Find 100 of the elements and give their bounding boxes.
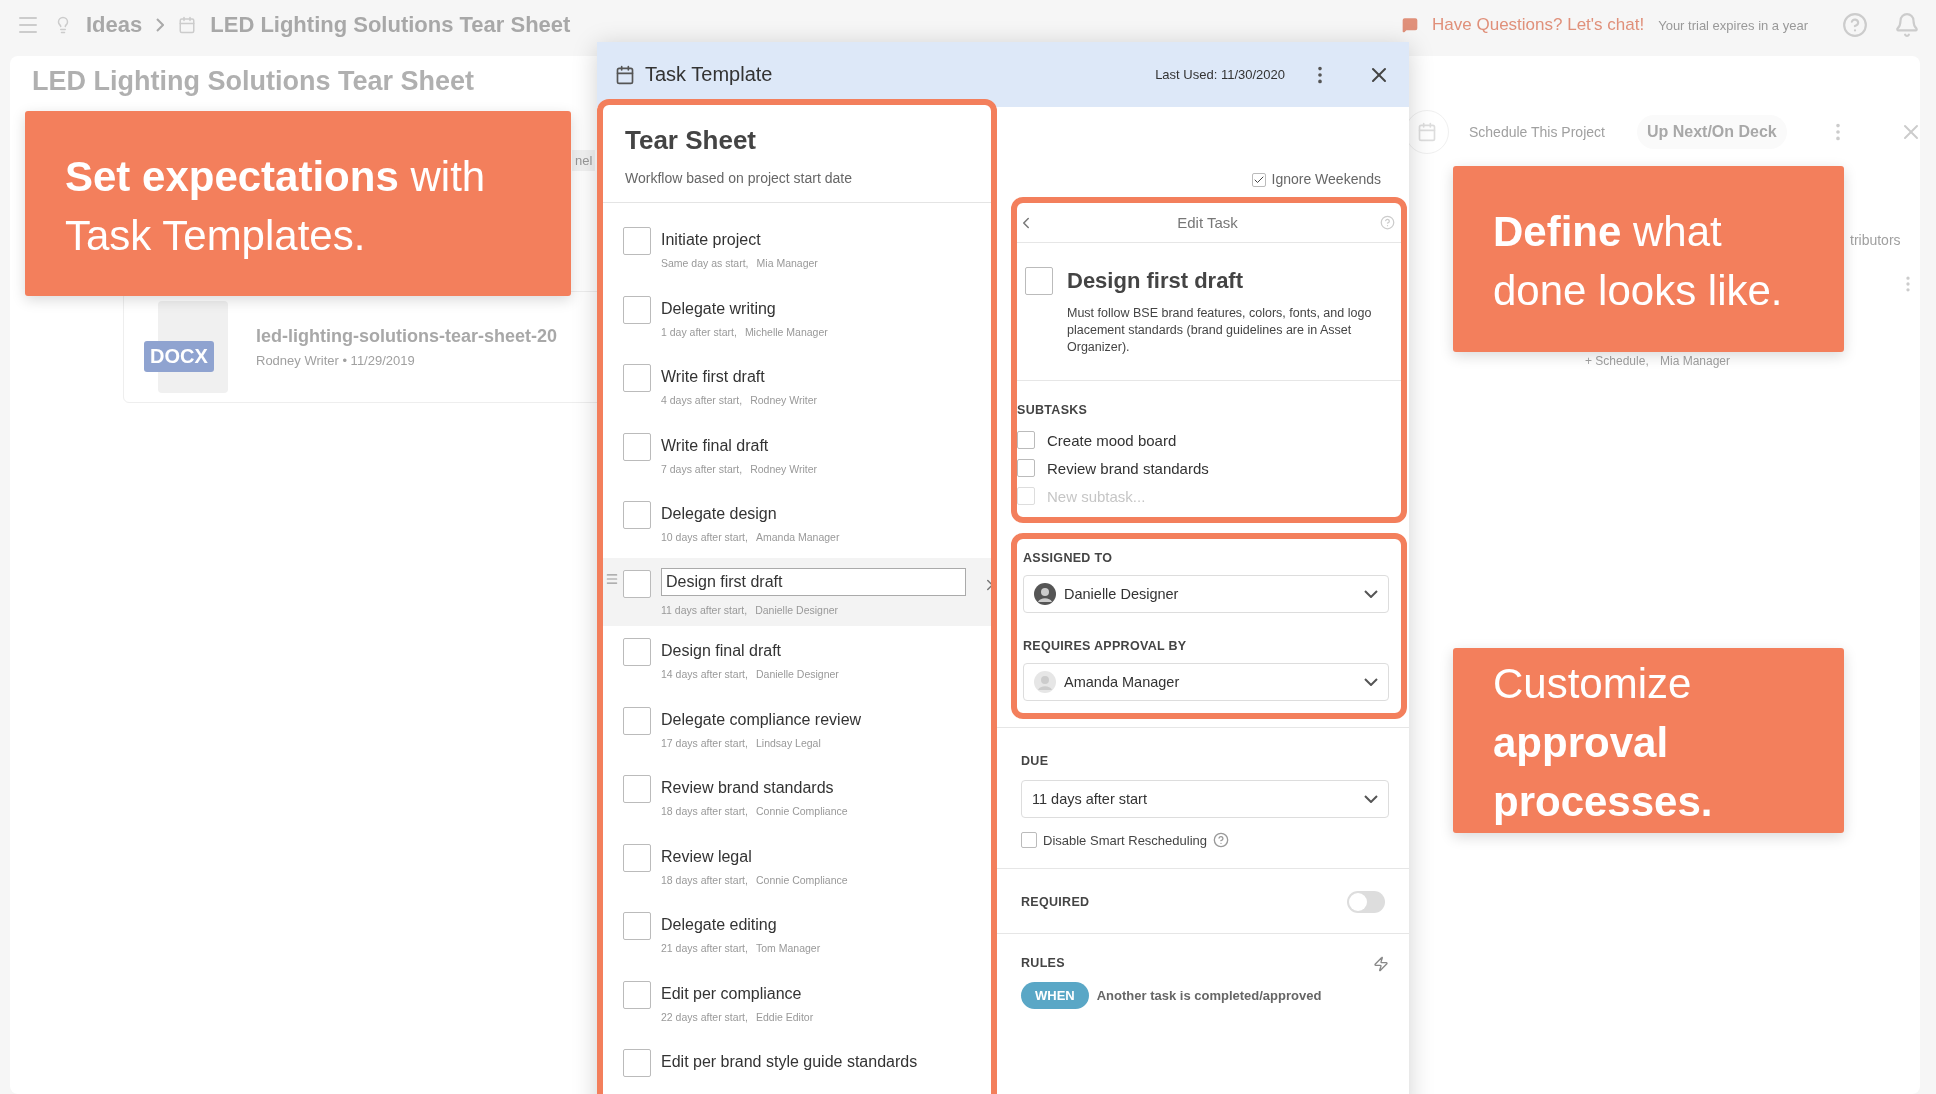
task-name: Delegate design (661, 504, 778, 523)
task-due: 21 days after start, (661, 942, 748, 954)
rule-condition: Another task is completed/approved (1096, 988, 1322, 1003)
task-due: 11 days after start, (661, 603, 748, 616)
callout-text: Customize approval processes. (1453, 648, 1844, 833)
task-checkbox[interactable] (623, 501, 651, 529)
task-checkbox[interactable] (623, 912, 651, 940)
assignee-select[interactable]: Danielle Designer (1023, 575, 1389, 613)
task-checkbox[interactable] (623, 295, 651, 324)
task-row[interactable]: Edit per brand style guide standards (603, 1037, 991, 1094)
task-name: Delegate editing (661, 915, 778, 934)
template-subtitle: Workflow based on project start date (603, 156, 991, 203)
task-row[interactable]: Delegate editing 21 days after start, Tom Manager (603, 900, 991, 969)
template-icon (615, 64, 635, 85)
ignore-weekends-checkbox[interactable] (1251, 173, 1266, 187)
avatar-icon (1034, 583, 1056, 605)
when-badge: WHEN (1021, 982, 1089, 1009)
trial-note: Your trial expires in a year (1658, 17, 1808, 33)
task-checkbox[interactable] (623, 1049, 651, 1077)
task-name: Write final draft (661, 435, 770, 455)
subtask-label: Create mood board (1047, 431, 1177, 449)
task-description: Must follow BSE brand features, colors, fonts, and logo placement standards (brand guidelines are in Asset Organizer). (1017, 295, 1401, 381)
approver-select[interactable]: Amanda Manager (1023, 663, 1389, 701)
task-assignee: Mia Manager (1660, 354, 1731, 368)
task-schedule: + Schedule, (1585, 354, 1649, 368)
subtask-checkbox[interactable] (1017, 431, 1035, 449)
rescheduling-label: Disable Smart Rescheduling (1043, 832, 1208, 848)
section-label: REQUIRED (1021, 895, 1090, 909)
file-type-badge: DOCX (144, 341, 214, 372)
task-checkbox[interactable] (623, 569, 651, 598)
required-toggle[interactable] (1347, 891, 1385, 913)
chevron-icon (156, 18, 165, 32)
subtask-checkbox[interactable] (1017, 459, 1035, 477)
task-row[interactable]: Review legal 18 days after start, Connie Compliance (603, 831, 991, 900)
task-assignee: Lindsay Legal (755, 736, 821, 749)
task-assignee: Connie Compliance (755, 805, 848, 817)
task-checkbox[interactable] (623, 364, 651, 392)
task-name: Review legal (661, 846, 753, 866)
task-title: Design first draft (1067, 268, 1244, 294)
task-assignee: Rodney Writer (750, 394, 818, 406)
help-icon[interactable] (1213, 832, 1230, 848)
task-name: Initiate project (661, 230, 762, 249)
task-row[interactable]: Write final draft 7 days after start, Rodney Writer (603, 420, 991, 489)
callout-text: Define what done looks like. (1453, 166, 1844, 352)
task-name: Edit per compliance (661, 983, 803, 1003)
task-assignee: Amanda Manager (755, 531, 840, 543)
bell-icon[interactable] (1894, 12, 1920, 38)
section-label: RULES (1021, 956, 1065, 972)
project-title: LED Lighting Solutions Tear Sheet (32, 66, 474, 97)
task-due: 18 days after start, (661, 805, 748, 817)
task-name: Edit per brand style guide standards (661, 1052, 918, 1071)
task-checkbox[interactable] (623, 638, 651, 666)
task-due: 14 days after start, (661, 668, 748, 680)
task-due: 17 days after start, (661, 736, 748, 749)
panel-title: Edit Task (1177, 214, 1238, 231)
task-row[interactable]: Design final draft 14 days after start, Danielle Designer (603, 626, 991, 695)
task-row[interactable]: Edit per compliance 22 days after start, Eddie Editor (603, 968, 991, 1037)
chevron-down-icon (1364, 795, 1378, 803)
task-assignee: Danielle Designer (755, 603, 839, 616)
task-checkbox[interactable] (623, 843, 651, 872)
task-assignee: Danielle Designer (755, 668, 839, 680)
task-checkbox[interactable] (1025, 267, 1053, 295)
task-due: 1 day after start, (661, 325, 737, 338)
column-heading: tributors (1850, 232, 1901, 248)
task-due: 18 days after start, (661, 873, 748, 886)
task-due: 22 days after start, (661, 1010, 748, 1023)
task-row[interactable]: Delegate design 10 days after start, Amanda Manager (603, 489, 991, 558)
task-assignee: Rodney Writer (750, 462, 818, 475)
task-due: 10 days after start, (661, 531, 748, 543)
task-name-field[interactable]: Design first draft (661, 567, 966, 596)
last-used: Last Used: 11/30/2020 (1155, 67, 1285, 82)
subtask-label: Review brand standards (1047, 459, 1209, 477)
task-name: Design final draft (661, 641, 783, 660)
callout-text: Set expectations with Task Templates. (25, 111, 571, 296)
task-row[interactable]: Initiate project Same day as start, Mia Manager (603, 215, 991, 284)
task-due: 4 days after start, (661, 394, 743, 406)
task-checkbox[interactable] (623, 227, 651, 255)
dialog-title: Task Template (645, 63, 773, 86)
drag-handle-icon[interactable] (605, 571, 619, 586)
help-icon[interactable] (1842, 12, 1868, 38)
task-row[interactable]: Review brand standards 18 days after start, Connie Compliance (603, 763, 991, 832)
task-name: Delegate writing (661, 298, 777, 318)
rescheduling-checkbox[interactable] (1021, 832, 1037, 848)
file-name: led-lighting-solutions-tear-sheet-20 (256, 326, 558, 347)
help-icon[interactable] (1380, 215, 1395, 230)
subtask-checkbox[interactable] (1017, 487, 1035, 505)
lightning-icon[interactable] (1373, 956, 1389, 972)
task-checkbox[interactable] (623, 706, 651, 735)
file-meta: Rodney Writer • 11/29/2019 (256, 353, 416, 368)
section-label: REQUIRES APPROVAL BY (1023, 638, 1188, 653)
chevron-down-icon (1364, 590, 1378, 598)
task-checkbox[interactable] (623, 980, 651, 1009)
task-row[interactable]: Design first draft 11 days after start, Danielle Designer (603, 557, 991, 626)
task-row[interactable]: Delegate compliance review 17 days after start, Lindsay Legal (603, 694, 991, 763)
task-checkbox[interactable] (623, 775, 651, 803)
task-assignee: Mia Manager (756, 257, 818, 269)
chevron-down-icon (1364, 678, 1378, 686)
task-name: Write first draft (661, 367, 766, 386)
task-checkbox[interactable] (623, 432, 651, 461)
due-select[interactable]: 11 days after start (1021, 780, 1389, 818)
